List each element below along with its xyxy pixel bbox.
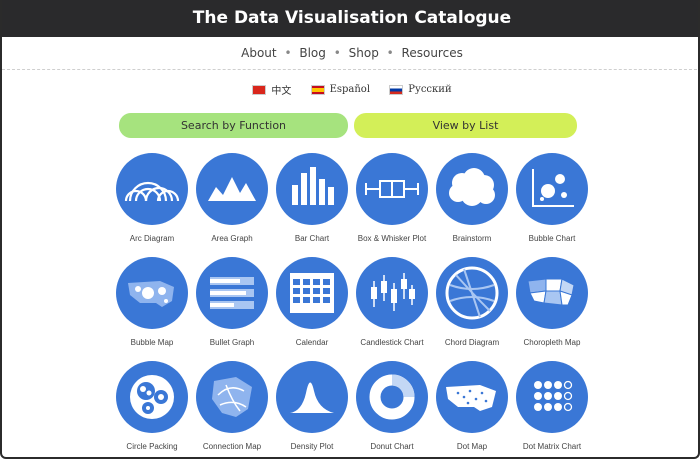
catalogue-item-dot-matrix[interactable]: Dot Matrix Chart xyxy=(512,361,592,451)
catalogue-item-label: Candlestick Chart xyxy=(360,338,424,347)
catalogue-item-bullet-graph[interactable]: Bullet Graph xyxy=(192,257,272,347)
catalogue-item-brainstorm[interactable]: Brainstorm xyxy=(432,153,512,243)
box-whisker-icon xyxy=(356,153,428,225)
catalogue-item-label: Bullet Graph xyxy=(209,338,255,347)
catalogue-item-label: Circle Packing xyxy=(126,442,178,451)
language-selector: 中文 Español Русский xyxy=(2,82,698,98)
language-spanish[interactable]: Español xyxy=(310,84,371,95)
catalogue-item-label: Arc Diagram xyxy=(129,234,175,243)
catalogue-item-density-plot[interactable]: Density Plot xyxy=(272,361,352,451)
catalogue-item-label: Donut Chart xyxy=(370,442,414,451)
nav-separator: • xyxy=(284,46,292,60)
china-flag-icon xyxy=(252,84,267,95)
language-label: Español xyxy=(329,84,371,95)
nav-about[interactable]: About xyxy=(241,46,276,60)
catalogue-item-label: Bar Chart xyxy=(294,234,330,243)
catalogue-item-label: Connection Map xyxy=(202,442,262,451)
catalogue-item-connection-map[interactable]: Connection Map xyxy=(192,361,272,451)
catalogue-item-donut-chart[interactable]: Donut Chart xyxy=(352,361,432,451)
nav-separator: • xyxy=(386,46,394,60)
catalogue-item-choropleth-map[interactable]: Choropleth Map xyxy=(512,257,592,347)
catalogue-item-area-graph[interactable]: Area Graph xyxy=(192,153,272,243)
nav-resources[interactable]: Resources xyxy=(402,46,463,60)
catalogue-item-calendar[interactable]: Calendar xyxy=(272,257,352,347)
russia-flag-icon xyxy=(389,84,404,95)
search-by-function-button[interactable]: Search by Function xyxy=(119,113,348,138)
view-by-list-button[interactable]: View by List xyxy=(354,113,577,138)
catalogue-item-box-whisker[interactable]: Box & Whisker Plot xyxy=(352,153,432,243)
brainstorm-icon xyxy=(436,153,508,225)
chord-diagram-icon xyxy=(436,257,508,329)
catalogue-item-label: Bubble Map xyxy=(130,338,174,347)
catalogue-item-dot-map[interactable]: Dot Map xyxy=(432,361,512,451)
bubble-chart-icon xyxy=(516,153,588,225)
catalogue-item-label: Area Graph xyxy=(211,234,253,243)
spain-flag-icon xyxy=(310,84,325,95)
catalogue-item-arc-diagram[interactable]: Arc Diagram xyxy=(112,153,192,243)
language-chinese[interactable]: 中文 xyxy=(252,82,291,97)
arc-diagram-icon xyxy=(116,153,188,225)
candlestick-icon xyxy=(356,257,428,329)
language-russian[interactable]: Русский xyxy=(389,84,452,95)
catalogue-item-label: Density Plot xyxy=(290,442,334,451)
nav-blog[interactable]: Blog xyxy=(299,46,326,60)
top-nav: About • Blog • Shop • Resources xyxy=(2,37,698,70)
bullet-graph-icon xyxy=(196,257,268,329)
catalogue-item-bubble-map[interactable]: Bubble Map xyxy=(112,257,192,347)
density-plot-icon xyxy=(276,361,348,433)
catalogue-item-label: Choropleth Map xyxy=(523,338,581,347)
language-label: Русский xyxy=(408,84,452,95)
nav-separator: • xyxy=(333,46,341,60)
catalogue-item-label: Brainstorm xyxy=(452,234,492,243)
catalogue-item-label: Dot Map xyxy=(456,442,488,451)
area-graph-icon xyxy=(196,153,268,225)
page-frame: The Data Visualisation Catalogue About •… xyxy=(0,0,700,459)
catalogue-item-circle-packing[interactable]: Circle Packing xyxy=(112,361,192,451)
language-label: 中文 xyxy=(271,86,292,97)
catalogue-item-candlestick[interactable]: Candlestick Chart xyxy=(352,257,432,347)
bubble-map-icon xyxy=(116,257,188,329)
catalogue-item-label: Dot Matrix Chart xyxy=(522,442,582,451)
catalogue-item-bar-chart[interactable]: Bar Chart xyxy=(272,153,352,243)
dot-map-icon xyxy=(436,361,508,433)
calendar-icon xyxy=(276,257,348,329)
connection-map-icon xyxy=(196,361,268,433)
catalogue-item-chord-diagram[interactable]: Chord Diagram xyxy=(432,257,512,347)
bar-chart-icon xyxy=(276,153,348,225)
catalogue-item-bubble-chart[interactable]: Bubble Chart xyxy=(512,153,592,243)
catalogue-item-label: Bubble Chart xyxy=(528,234,576,243)
page-title: The Data Visualisation Catalogue xyxy=(2,0,698,37)
catalogue-item-label: Chord Diagram xyxy=(444,338,500,347)
circle-packing-icon xyxy=(116,361,188,433)
nav-shop[interactable]: Shop xyxy=(349,46,379,60)
catalogue-item-label: Calendar xyxy=(295,338,329,347)
donut-chart-icon xyxy=(356,361,428,433)
dot-matrix-icon xyxy=(516,361,588,433)
choropleth-map-icon xyxy=(516,257,588,329)
catalogue-item-label: Box & Whisker Plot xyxy=(357,234,427,243)
